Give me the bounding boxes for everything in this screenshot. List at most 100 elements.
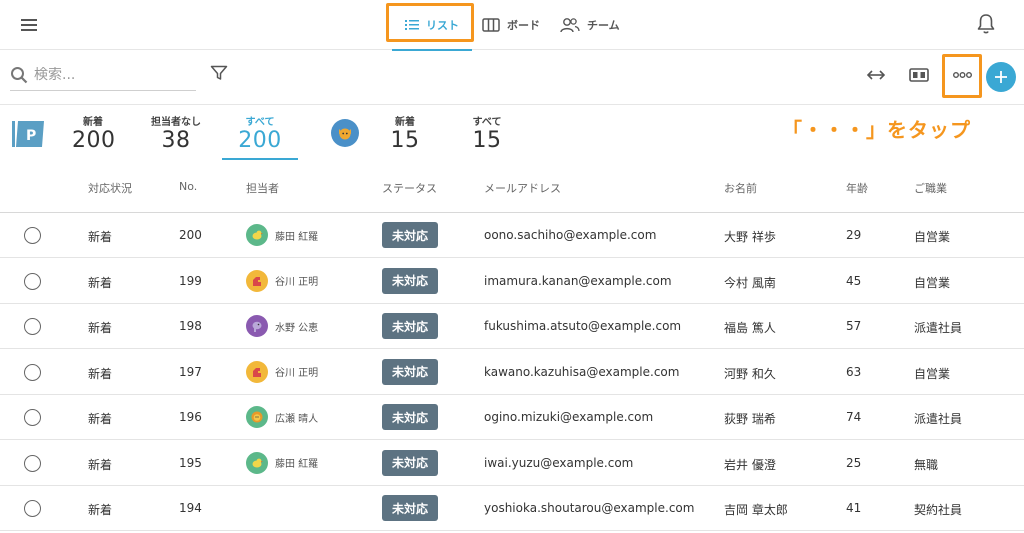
status-badge[interactable]: 未対応 [382, 313, 438, 339]
table-row[interactable]: 新着 198 fukushima.atsuto@example.com 福島 篤人 57… [0, 304, 1024, 349]
cell-number: 199 [179, 273, 202, 288]
cell-occupation: 派遣社員 [914, 412, 963, 426]
row-select-radio[interactable] [24, 318, 41, 335]
assignee-name: 藤田 紅羅 [275, 231, 319, 243]
tab-team-label: チーム [587, 19, 620, 32]
stat-unassigned-value: 38 [161, 128, 191, 153]
header-number[interactable]: No. [179, 180, 197, 193]
header-assignee[interactable]: 担当者 [246, 180, 279, 196]
board-icon [482, 18, 500, 32]
plus-icon [995, 71, 1007, 83]
stat-team-all-label: すべて [472, 117, 502, 128]
table-row[interactable]: 新着 194 yoshioka.shoutarou@example.com 吉岡 章太… [0, 486, 1024, 531]
header-age[interactable]: 年齢 [846, 180, 868, 196]
cell-age: 63 [846, 364, 862, 379]
assignee: 藤田 紅羅 [246, 224, 318, 246]
status-badge[interactable]: 未対応 [382, 404, 438, 430]
assignee: 広瀬 晴人 [246, 406, 318, 428]
cell-email: yoshioka.shoutarou@example.com [484, 501, 695, 515]
more-options-icon[interactable] [953, 71, 972, 79]
cell-age: 74 [846, 410, 862, 424]
stat-new-value: 200 [72, 128, 116, 153]
stat-team-all[interactable]: すべて 15 [466, 113, 508, 154]
status-badge[interactable]: 未対応 [382, 358, 438, 385]
cell-email: imamura.kanan@example.com [484, 273, 672, 288]
stat-all[interactable]: すべて 200 [236, 113, 284, 154]
cell-number: 194 [179, 501, 202, 515]
cell-age: 45 [846, 273, 862, 288]
table-row[interactable]: 新着 196 ogino.mizuki@example.com 荻野 瑞希 74 派遣社員… [0, 395, 1024, 440]
stat-team-new-label: 新着 [395, 117, 415, 128]
notification-bell-icon[interactable] [976, 13, 996, 35]
top-navigation: リスト ボード チーム [0, 0, 1024, 51]
cell-number: 195 [179, 455, 202, 470]
avatar [246, 451, 268, 474]
search-input[interactable] [34, 66, 184, 83]
row-select-radio[interactable] [24, 454, 41, 472]
cell-customer-name: 大野 祥歩 [724, 230, 776, 244]
team-dog-icon [339, 128, 351, 140]
table-header: 対応状況 No. 担当者 ステータス メールアドレス お名前 年齢 ご職業 [0, 165, 1024, 213]
table-row[interactable]: 新着 197 kawano.kazuhisa@example.com 河野 和久 63 自… [0, 350, 1024, 395]
team-icon [560, 18, 580, 33]
header-email[interactable]: メールアドレス [484, 180, 561, 196]
cell-customer-name: 吉岡 章太郎 [724, 503, 788, 517]
row-select-radio[interactable] [24, 227, 41, 244]
filter-icon[interactable] [210, 65, 228, 81]
tab-board[interactable]: ボード [472, 0, 550, 50]
cell-occupation: 自営業 [914, 366, 951, 381]
tab-board-label: ボード [507, 19, 540, 32]
add-button[interactable] [986, 62, 1016, 92]
stat-all-value: 200 [238, 128, 282, 153]
header-name[interactable]: お名前 [724, 180, 757, 196]
cell-customer-name: 荻野 瑞希 [724, 412, 776, 426]
cell-state: 新着 [88, 230, 113, 244]
row-select-radio[interactable] [24, 272, 41, 290]
cell-number: 196 [179, 410, 202, 424]
avatar [246, 269, 268, 292]
cell-occupation: 契約社員 [914, 503, 963, 517]
cell-age: 41 [846, 501, 862, 515]
status-badge[interactable]: 未対応 [382, 267, 438, 294]
stat-unassigned[interactable]: 担当者なし 38 [146, 113, 206, 154]
stat-unassigned-label: 担当者なし [151, 117, 201, 128]
cell-email: iwai.yuzu@example.com [484, 455, 634, 470]
bird-avatar-icon [252, 230, 263, 240]
avatar [246, 224, 268, 246]
assignee-name: 広瀬 晴人 [275, 413, 319, 425]
cell-state: 新着 [88, 366, 113, 381]
row-select-radio[interactable] [24, 363, 41, 381]
stat-new[interactable]: 新着 200 [72, 113, 116, 154]
status-badge[interactable]: 未対応 [382, 222, 438, 248]
card-view-icon[interactable] [909, 68, 929, 82]
status-badge[interactable]: 未対応 [382, 495, 438, 521]
elephant-avatar-icon [252, 321, 262, 332]
hamburger-menu-icon[interactable] [18, 14, 40, 36]
stat-team-new[interactable]: 新着 15 [384, 113, 426, 154]
list-toolbar [0, 50, 1024, 105]
cell-email: fukushima.atsuto@example.com [484, 319, 682, 333]
team-avatar[interactable] [331, 119, 359, 147]
list-tab-highlight-box [386, 3, 474, 42]
header-occupation[interactable]: ご職業 [914, 180, 947, 196]
dino-avatar-icon [253, 367, 261, 377]
assignee: 谷川 正明 [246, 269, 319, 292]
table-row[interactable]: 新着 200 oono.sachiho@example.com 大野 祥歩 29 自営業 藤… [0, 213, 1024, 258]
row-select-radio[interactable] [24, 500, 41, 517]
assignee-name: 藤田 紅羅 [275, 459, 319, 470]
stat-team-all-value: 15 [472, 128, 502, 153]
cell-number: 200 [179, 228, 202, 242]
assignee-name: 谷川 正明 [275, 277, 319, 288]
table-row[interactable]: 新着 199 imamura.kanan@example.com 今村 風南 45 自営業… [0, 259, 1024, 304]
tab-team[interactable]: チーム [550, 0, 630, 50]
header-state[interactable]: 対応状況 [88, 180, 132, 196]
table-row[interactable]: 新着 195 iwai.yuzu@example.com 岩井 優澄 25 無職 藤田 紅羅… [0, 441, 1024, 486]
search-box [10, 59, 196, 91]
status-badge[interactable]: 未対応 [382, 449, 438, 476]
header-status[interactable]: ステータス [382, 180, 437, 196]
lion-avatar-icon [251, 411, 263, 423]
cell-age: 57 [846, 319, 862, 333]
expand-columns-icon[interactable] [866, 69, 886, 81]
row-select-radio[interactable] [24, 409, 41, 426]
avatar [246, 360, 268, 383]
